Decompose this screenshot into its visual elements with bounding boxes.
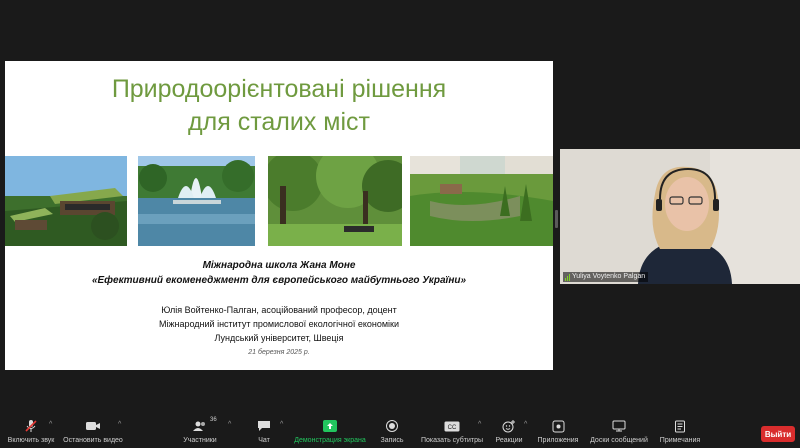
- participant-video[interactable]: [560, 149, 800, 284]
- stop-video-label: Остановить видео: [63, 437, 123, 444]
- whiteboards-button[interactable]: Доски сообщений: [588, 416, 650, 448]
- school-name: Міжнародна школа Жана Моне: [202, 260, 356, 271]
- apps-icon: [552, 416, 565, 436]
- slide-title-line-2: для сталих міст: [188, 108, 370, 136]
- record-button[interactable]: Запись: [378, 416, 406, 448]
- signal-strength-icon: [565, 273, 570, 281]
- apps-label: Приложения: [537, 437, 579, 444]
- smiley-plus-icon: [502, 416, 516, 436]
- record-label: Запись: [380, 437, 404, 444]
- meeting-toolbar: Включить звук ^ Остановить видео ^ 36 Уч…: [0, 416, 800, 448]
- date-line: 21 березня 2025 р.: [248, 349, 310, 356]
- reactions-options-chevron-icon[interactable]: ^: [524, 421, 527, 428]
- reactions-button[interactable]: Реакции: [494, 416, 524, 448]
- subtitles-options-chevron-icon[interactable]: ^: [478, 421, 481, 428]
- chat-button[interactable]: Чат: [252, 416, 276, 448]
- university-line: Лундський університет, Швеція: [214, 333, 344, 343]
- leave-meeting-button[interactable]: Выйти: [761, 426, 795, 442]
- participant-name-tag: Yuliya Voytenko Palgan: [563, 272, 649, 282]
- video-options-chevron-icon[interactable]: ^: [118, 421, 121, 428]
- audio-options-chevron-icon[interactable]: ^: [49, 421, 52, 428]
- panel-resize-handle[interactable]: [555, 210, 558, 228]
- green-roof-building-photo: [5, 156, 127, 246]
- chat-options-chevron-icon[interactable]: ^: [280, 421, 283, 428]
- participants-options-chevron-icon[interactable]: ^: [228, 421, 231, 428]
- participants-label: Участники: [183, 437, 217, 444]
- zoom-meeting-window: Природоорієнтовані рішення для сталих мі…: [0, 0, 800, 448]
- notes-label: Примечания: [659, 437, 701, 444]
- closed-captions-icon: CC: [444, 416, 460, 436]
- record-icon: [386, 416, 398, 436]
- apps-button[interactable]: Приложения: [536, 416, 580, 448]
- participants-count: 36: [210, 417, 217, 423]
- notes-icon: [674, 416, 686, 436]
- share-screen-label: Демонстрация экрана: [294, 437, 366, 444]
- whiteboards-label: Доски сообщений: [590, 437, 648, 444]
- show-subtitles-label: Показать субтитры: [420, 437, 484, 444]
- reactions-label: Реакции: [495, 437, 523, 444]
- unmute-label: Включить звук: [7, 437, 55, 444]
- course-name: «Ефективний екоменеджмент для європейськ…: [91, 275, 467, 286]
- fountain-pond-photo: [138, 156, 255, 246]
- muted-microphone-icon: [24, 416, 38, 436]
- slide-title-line-1: Природоорієнтовані рішення: [111, 75, 447, 103]
- chat-bubble-icon: [257, 416, 271, 436]
- participants-icon: 36: [192, 416, 217, 436]
- author-line: Юлія Войтенко-Палган, асоційований профе…: [161, 305, 397, 315]
- svg-text:CC: CC: [448, 425, 457, 431]
- video-camera-icon: [85, 416, 101, 436]
- whiteboard-icon: [612, 416, 626, 436]
- institute-line: Міжнародний інститут промислової екологі…: [158, 319, 400, 329]
- park-trees-photo: [268, 156, 402, 246]
- participant-name: Yuliya Voytenko Palgan: [572, 273, 646, 280]
- share-screen-arrow-icon: [323, 416, 337, 436]
- shared-screen-slide: Природоорієнтовані рішення для сталих мі…: [5, 61, 553, 370]
- notes-button[interactable]: Примечания: [658, 416, 702, 448]
- participants-button[interactable]: 36 Участники: [180, 416, 220, 448]
- show-subtitles-button[interactable]: CC Показать субтитры: [418, 416, 486, 448]
- stop-video-button[interactable]: Остановить видео: [62, 416, 124, 448]
- share-screen-button[interactable]: Демонстрация экрана: [292, 416, 368, 448]
- rain-garden-photo: [410, 156, 553, 246]
- chat-label: Чат: [258, 437, 270, 444]
